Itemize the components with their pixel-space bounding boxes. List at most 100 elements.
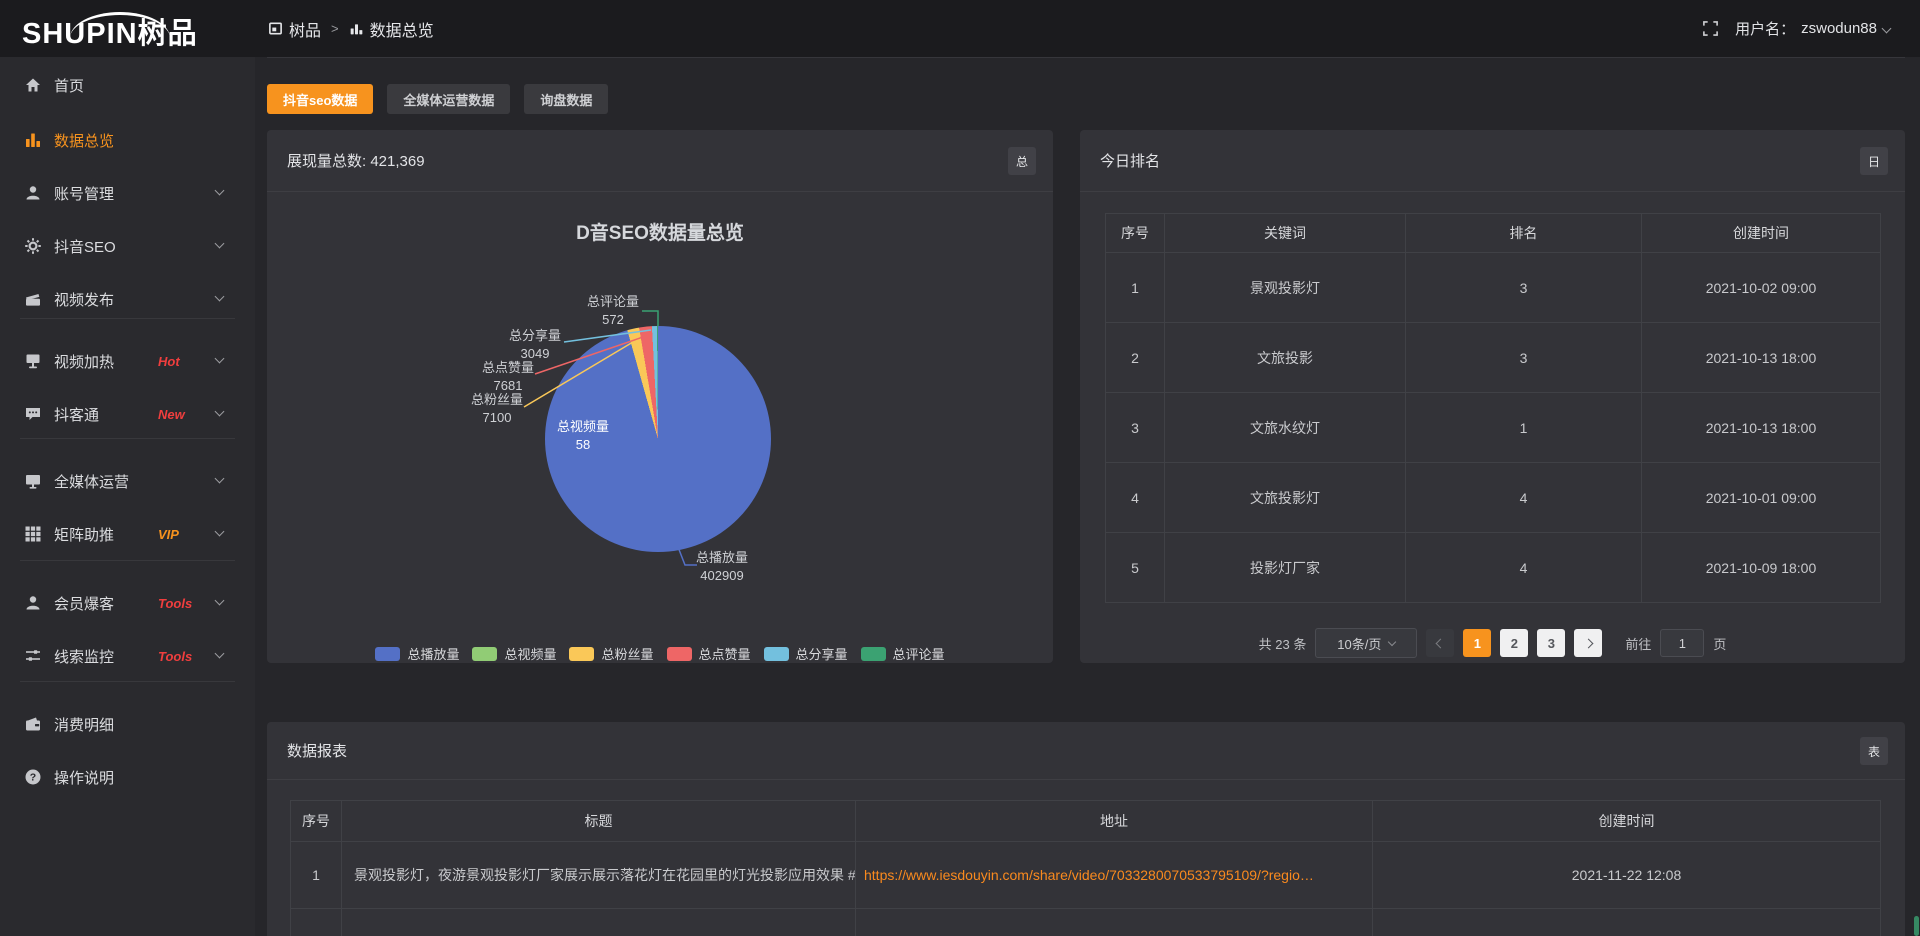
table-row[interactable]: 1景观投影灯32021-10-02 09:00 [1106, 253, 1881, 323]
sidebar-item-instructions[interactable]: ? 操作说明 [0, 757, 255, 797]
table-row[interactable]: 3文旅水纹灯12021-10-13 18:00 [1106, 393, 1881, 463]
chevron-down-icon [1388, 637, 1396, 645]
sidebar-item-home[interactable]: 首页 [0, 65, 255, 105]
sidebar-item-member-baoke[interactable]: 会员爆客 Tools [0, 583, 255, 623]
legend-item-fans[interactable]: 总粉丝量 [569, 644, 653, 663]
chevron-down-icon [1882, 24, 1892, 34]
goto-page-input[interactable] [1660, 629, 1704, 657]
legend-swatch [861, 647, 886, 661]
user-icon [24, 594, 42, 612]
topbar: SHUPIN树品 树品 > 数据总览 用户名：zswodun88 [0, 0, 1920, 57]
sidebar: 首页 数据总览 账号管理 抖音SEO 视频发布 视频加热 Hot [0, 57, 255, 936]
gear-icon [24, 237, 42, 255]
user-icon [24, 184, 42, 202]
video-title-cell: 景观投影灯，夜游景观投影灯厂家展示展示落花灯在花园里的灯光投影应用效果 # [342, 842, 856, 909]
legend-item-likes[interactable]: 总点赞量 [667, 644, 751, 663]
header-divider [267, 57, 1905, 58]
breadcrumb-root[interactable]: 树品 [268, 17, 321, 41]
page-size-select[interactable]: 10条/页 [1315, 628, 1417, 658]
sidebar-item-omni-media[interactable]: 全媒体运营 [0, 461, 255, 501]
fullscreen-icon[interactable] [1702, 20, 1719, 37]
hot-badge: Hot [158, 354, 180, 369]
legend-item-comments[interactable]: 总评论量 [861, 644, 945, 663]
col-created: 创建时间 [1642, 214, 1881, 253]
sidebar-item-video-publish[interactable]: 视频发布 [0, 279, 255, 319]
col-index: 序号 [1106, 214, 1165, 253]
chat-bubble-icon [24, 405, 42, 423]
col-keyword: 关键词 [1165, 214, 1406, 253]
tab-omni-media-data[interactable]: 全媒体运营数据 [387, 84, 510, 114]
screen-icon [24, 352, 42, 370]
col-rank: 排名 [1406, 214, 1642, 253]
tab-douyin-seo-data[interactable]: 抖音seo数据 [267, 84, 373, 114]
pie-label-plays: 总播放量 402909 [667, 549, 777, 585]
chevron-down-icon [215, 527, 225, 537]
legend-item-shares[interactable]: 总分享量 [764, 644, 848, 663]
pie-chart-title: D音SEO数据量总览 [267, 218, 1053, 245]
pie-label-shares: 总分享量 3049 [480, 327, 590, 363]
chevron-down-icon [215, 407, 225, 417]
app-window: SHUPIN树品 树品 > 数据总览 用户名：zswodun88 首页 [0, 0, 1920, 936]
wallet-icon [24, 715, 42, 733]
table-row[interactable]: 1 景观投影灯，夜游景观投影灯厂家展示展示落花灯在花园里的灯光投影应用效果 # … [291, 842, 1881, 909]
legend-swatch [569, 647, 594, 661]
next-page-button[interactable] [1574, 629, 1602, 657]
daily-view-button[interactable]: 日 [1860, 147, 1888, 175]
table-header-row: 序号 标题 地址 创建时间 [291, 801, 1881, 842]
col-created: 创建时间 [1373, 801, 1881, 842]
sidebar-item-video-heat[interactable]: 视频加热 Hot [0, 341, 255, 381]
monitor-icon [24, 472, 42, 490]
sidebar-item-consumption-detail[interactable]: 消费明细 [0, 704, 255, 744]
table-row[interactable]: 4文旅投影灯42021-10-01 09:00 [1106, 463, 1881, 533]
prev-page-button[interactable] [1426, 629, 1454, 657]
sidebar-item-account[interactable]: 账号管理 [0, 173, 255, 213]
sidebar-divider [20, 560, 235, 561]
ranking-table: 序号 关键词 排名 创建时间 1景观投影灯32021-10-02 09:00 2… [1105, 213, 1881, 603]
sidebar-item-lead-monitor[interactable]: 线索监控 Tools [0, 636, 255, 676]
table-row[interactable]: 2文旅投影32021-10-13 18:00 [1106, 323, 1881, 393]
logo-arc-decoration [70, 12, 170, 38]
sidebar-item-data-overview[interactable]: 数据总览 [0, 120, 255, 160]
video-url-link[interactable]: https://www.iesdouyin.com/share/video/70… [856, 842, 1373, 909]
tab-inquiry-data[interactable]: 询盘数据 [524, 84, 608, 114]
sidebar-item-matrix-boost[interactable]: 矩阵助推 VIP [0, 514, 255, 554]
page-button-3[interactable]: 3 [1537, 629, 1565, 657]
chevron-down-icon [215, 239, 225, 249]
page-button-2[interactable]: 2 [1500, 629, 1528, 657]
chevron-down-icon [215, 186, 225, 196]
grid-icon [24, 525, 42, 543]
legend-item-videos[interactable]: 总视频量 [472, 644, 556, 663]
data-source-tabs: 抖音seo数据 全媒体运营数据 询盘数据 [267, 84, 608, 114]
overview-panel-header: 展现量总数: 421,369 [267, 130, 1053, 192]
user-menu[interactable]: 用户名：zswodun88 [1735, 18, 1890, 39]
sliders-icon [24, 647, 42, 665]
table-row[interactable]: 5投影灯厂家42021-10-09 18:00 [1106, 533, 1881, 603]
col-url: 地址 [856, 801, 1373, 842]
sidebar-divider [20, 438, 235, 439]
legend-item-plays[interactable]: 总播放量 [375, 644, 459, 663]
scrollbar-thumb[interactable] [1914, 916, 1919, 936]
legend-swatch [472, 647, 497, 661]
sidebar-divider [20, 318, 235, 319]
page-button-1[interactable]: 1 [1463, 629, 1491, 657]
home-icon [24, 76, 42, 94]
table-view-button[interactable]: 表 [1860, 737, 1888, 765]
table-row [291, 909, 1881, 936]
ranking-panel: 今日排名 日 序号 关键词 排名 创建时间 1景观投影灯32021-10-02 … [1080, 130, 1905, 663]
sidebar-item-douketong[interactable]: 抖客通 New [0, 394, 255, 434]
app-icon [268, 21, 283, 36]
total-view-button[interactable]: 总 [1008, 147, 1036, 175]
overview-panel: 展现量总数: 421,369 总 D音SEO数据量总览 总评论量 572 总分享… [267, 130, 1053, 663]
chevron-down-icon [215, 649, 225, 659]
username: zswodun88 [1801, 20, 1877, 37]
breadcrumb-current[interactable]: 数据总览 [349, 17, 434, 41]
legend-swatch [375, 647, 400, 661]
ranking-panel-header: 今日排名 [1080, 130, 1905, 192]
vip-badge: VIP [158, 527, 179, 542]
pie-label-videos: 总视频量 58 [528, 418, 638, 454]
table-header-row: 序号 关键词 排名 创建时间 [1106, 214, 1881, 253]
sidebar-divider [20, 681, 235, 682]
pie-legend: 总播放量 总视频量 总粉丝量 总点赞量 总分享量 总评论量 [267, 644, 1053, 663]
chevron-right-icon [1583, 638, 1593, 648]
sidebar-item-douyin-seo[interactable]: 抖音SEO [0, 226, 255, 266]
